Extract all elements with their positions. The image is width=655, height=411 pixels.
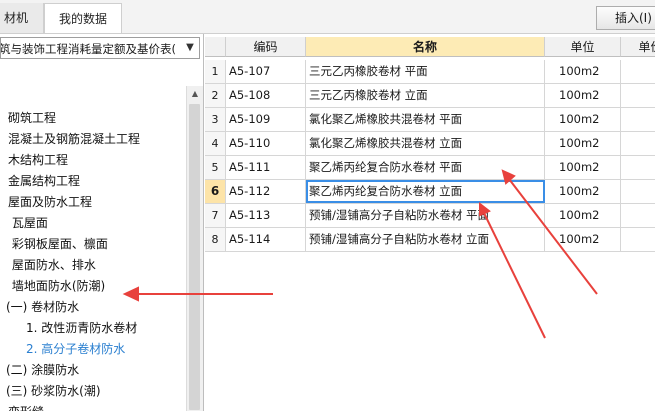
- cell-code[interactable]: A5-114: [226, 228, 306, 251]
- tree-item-modified-asphalt[interactable]: 1. 改性沥青防水卷材: [26, 318, 137, 338]
- cell-code[interactable]: A5-107: [226, 60, 306, 83]
- tree-item-roof-drainage[interactable]: 、 屋面防水、排水: [0, 255, 96, 275]
- row-number: 5: [205, 156, 226, 179]
- tree-item-joint[interactable]: 变形缝: [8, 402, 44, 411]
- cell-name[interactable]: 预铺/湿铺高分子自粘防水卷材 平面: [306, 204, 545, 227]
- tree-item-tile-roof[interactable]: 、 瓦屋面: [0, 213, 48, 233]
- cell-price[interactable]: 6: [621, 204, 655, 227]
- cell-code[interactable]: A5-108: [226, 84, 306, 107]
- quota-grid: 编码 名称 单位 单价 1 A5-107 三元乙丙橡胶卷材 平面 100m2 6…: [205, 34, 655, 411]
- tree-item-roof-waterproof[interactable]: 、屋面及防水工程: [0, 192, 92, 212]
- cell-code[interactable]: A5-112: [226, 180, 306, 203]
- cell-unit[interactable]: 100m2: [545, 108, 621, 131]
- table-row[interactable]: 1 A5-107 三元乙丙橡胶卷材 平面 100m2 6: [205, 60, 655, 84]
- table-row[interactable]: 2 A5-108 三元乙丙橡胶卷材 立面 100m2 6: [205, 84, 655, 108]
- cell-price[interactable]: 6: [621, 60, 655, 83]
- table-row[interactable]: 7 A5-113 预铺/湿铺高分子自粘防水卷材 平面 100m2 6: [205, 204, 655, 228]
- cell-unit[interactable]: 100m2: [545, 132, 621, 155]
- chevron-down-icon[interactable]: ▼: [183, 40, 197, 56]
- row-number: 3: [205, 108, 226, 131]
- cell-unit[interactable]: 100m2: [545, 180, 621, 203]
- tree-item-membrane[interactable]: (一) 卷材防水: [6, 297, 79, 317]
- row-number: 7: [205, 204, 226, 227]
- cell-name[interactable]: 氯化聚乙烯橡胶共混卷材 平面: [306, 108, 545, 131]
- cell-price[interactable]: 6: [621, 84, 655, 107]
- tab-materials[interactable]: 材机: [0, 3, 44, 33]
- tree-item-wood[interactable]: 、木结构工程: [0, 150, 68, 170]
- table-row[interactable]: 3 A5-109 氯化聚乙烯橡胶共混卷材 平面 100m2 6: [205, 108, 655, 132]
- scroll-up-icon[interactable]: ▲: [187, 86, 203, 102]
- row-number: 2: [205, 84, 226, 107]
- insert-button[interactable]: 插入(I): [596, 6, 655, 30]
- cell-name[interactable]: 聚乙烯丙纶复合防水卷材 平面: [306, 156, 545, 179]
- tree-item-polymer-membrane[interactable]: 2. 高分子卷材防水: [26, 339, 125, 359]
- chapter-tree: 、砌筑工程 、混凝土及钢筋混凝土工程 、木结构工程 、金属结构工程 、屋面及防水…: [0, 80, 186, 411]
- cell-unit[interactable]: 100m2: [545, 228, 621, 251]
- header-code[interactable]: 编码: [226, 37, 306, 57]
- tree-item-steel-roof[interactable]: 、 彩钢板屋面、檩面: [0, 234, 108, 254]
- tab-my-data[interactable]: 我的数据: [44, 3, 122, 33]
- table-row[interactable]: 4 A5-110 氯化聚乙烯橡胶共混卷材 立面 100m2 6: [205, 132, 655, 156]
- quota-book-dropdown[interactable]: 筑与装饰工程消耗量定额及基价表( ▼: [0, 37, 200, 59]
- cell-name-focused[interactable]: 聚乙烯丙纶复合防水卷材 立面: [306, 180, 545, 203]
- cell-price[interactable]: 6: [621, 132, 655, 155]
- cell-price[interactable]: 3: [621, 180, 655, 203]
- header-rownum: [205, 37, 226, 57]
- table-row-selected[interactable]: 6 A5-112 聚乙烯丙纶复合防水卷材 立面 100m2 3: [205, 180, 655, 204]
- tree-item-masonry[interactable]: 、砌筑工程: [0, 108, 56, 128]
- row-number: 4: [205, 132, 226, 155]
- header-unit[interactable]: 单位: [545, 37, 621, 57]
- quota-book-value: 筑与装饰工程消耗量定额及基价表(: [0, 42, 176, 56]
- tree-item-metal[interactable]: 、金属结构工程: [0, 171, 80, 191]
- left-panel: 筑与装饰工程消耗量定额及基价表( ▼ 、砌筑工程 、混凝土及钢筋混凝土工程 、木…: [0, 34, 204, 411]
- table-row[interactable]: 8 A5-114 预铺/湿铺高分子自粘防水卷材 立面 100m2 6: [205, 228, 655, 252]
- cell-unit[interactable]: 100m2: [545, 156, 621, 179]
- scrollbar-thumb[interactable]: [189, 104, 200, 410]
- tree-item-mortar[interactable]: (三) 砂浆防水(潮): [6, 381, 101, 401]
- cell-code[interactable]: A5-110: [226, 132, 306, 155]
- cell-price[interactable]: 3: [621, 156, 655, 179]
- table-row[interactable]: 5 A5-111 聚乙烯丙纶复合防水卷材 平面 100m2 3: [205, 156, 655, 180]
- header-price[interactable]: 单价: [621, 37, 655, 57]
- tree-scrollbar[interactable]: ▲: [186, 86, 203, 411]
- cell-code[interactable]: A5-113: [226, 204, 306, 227]
- cell-name[interactable]: 三元乙丙橡胶卷材 立面: [306, 84, 545, 107]
- cell-price[interactable]: 6: [621, 228, 655, 251]
- cell-name[interactable]: 三元乙丙橡胶卷材 平面: [306, 60, 545, 83]
- tree-item-coating[interactable]: (二) 涂膜防水: [6, 360, 79, 380]
- row-number: 6: [205, 180, 226, 203]
- cell-code[interactable]: A5-109: [226, 108, 306, 131]
- cell-name[interactable]: 氯化聚乙烯橡胶共混卷材 立面: [306, 132, 545, 155]
- tree-item-wall-floor-waterproof[interactable]: 、 墙地面防水(防潮): [0, 276, 105, 296]
- row-number: 8: [205, 228, 226, 251]
- cell-code[interactable]: A5-111: [226, 156, 306, 179]
- header-name[interactable]: 名称: [306, 37, 545, 57]
- cell-unit[interactable]: 100m2: [545, 60, 621, 83]
- cell-unit[interactable]: 100m2: [545, 84, 621, 107]
- cell-price[interactable]: 6: [621, 108, 655, 131]
- cell-unit[interactable]: 100m2: [545, 204, 621, 227]
- tree-item-concrete[interactable]: 、混凝土及钢筋混凝土工程: [0, 129, 140, 149]
- row-number: 1: [205, 60, 226, 83]
- top-tab-bar: 材机 我的数据 插入(I): [0, 0, 655, 34]
- cell-name[interactable]: 预铺/湿铺高分子自粘防水卷材 立面: [306, 228, 545, 251]
